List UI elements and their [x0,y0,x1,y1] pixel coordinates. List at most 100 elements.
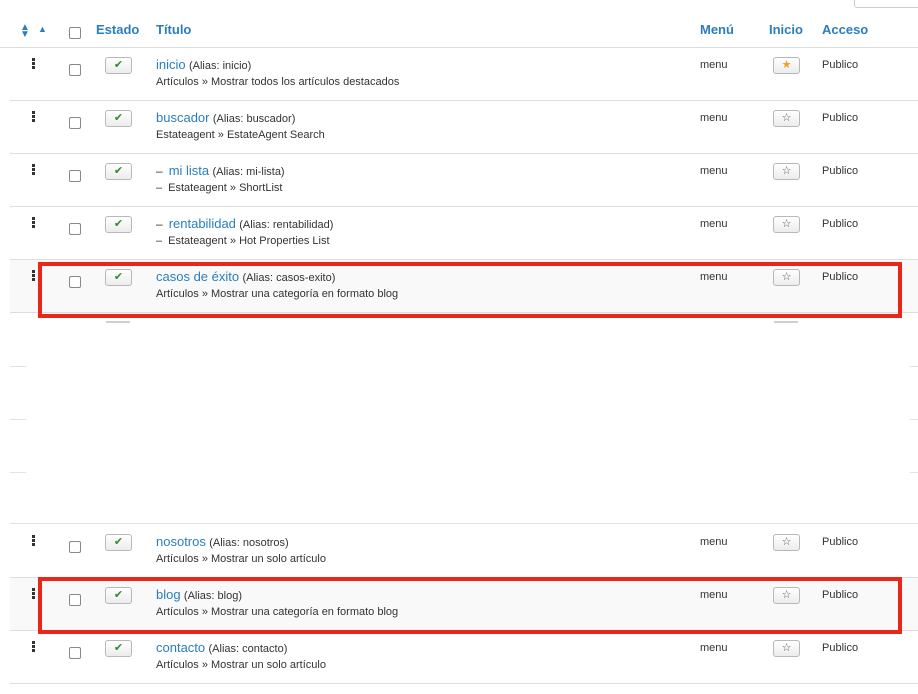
item-alias: (Alias: mi-lista) [212,166,285,178]
column-header-estado[interactable]: Estado [96,22,139,38]
row-title: – rentabilidad (Alias: rentabilidad) [156,216,333,233]
drag-handle-icon[interactable] [32,217,36,229]
child-dash: – [156,217,163,231]
item-title-link[interactable]: casos de éxito [156,269,239,284]
item-type: – Estateagent » Hot Properties List [156,235,330,247]
item-title-link[interactable]: buscador [156,110,209,125]
column-header-inicio[interactable]: Inicio [769,22,803,38]
published-toggle-button[interactable]: ✔ [105,216,132,233]
item-type: – Estateagent » ShortList [156,182,283,194]
drag-handle-icon[interactable] [32,641,36,653]
row-checkbox[interactable] [69,117,81,129]
table-row: ✔ inicio (Alias: inicio) Artículos » Mos… [10,48,918,101]
item-type: Artículos » Mostrar una categoría en for… [156,606,399,618]
table-row: ✔ buscador (Alias: buscador) Estateagent… [10,101,918,154]
item-alias: (Alias: inicio) [188,60,252,72]
row-checkbox[interactable] [69,170,81,182]
row-checkbox[interactable] [69,223,81,235]
drag-handle-icon[interactable] [32,58,36,70]
table-header: ▲ ▼ ▲ Estado Título Menú Inicio Acceso [0,0,918,48]
row-checkbox[interactable] [69,594,81,606]
access-cell: Publico [822,589,859,601]
item-title-link[interactable]: mi lista [169,163,209,178]
published-toggle-button[interactable]: ✔ [105,269,132,286]
published-toggle-button[interactable]: ✔ [105,57,132,74]
row-title: nosotros (Alias: nosotros) [156,534,289,551]
item-alias: (Alias: casos-exito) [242,272,336,284]
row-checkbox[interactable] [69,64,81,76]
drag-handle-icon[interactable] [32,164,36,176]
menu-cell: menu [700,112,728,124]
item-alias: (Alias: rentabilidad) [239,219,334,231]
home-star-button[interactable]: ☆ [773,216,800,233]
published-toggle-button[interactable]: ✔ [105,534,132,551]
column-header-acceso[interactable]: Acceso [822,22,868,38]
access-cell: Publico [822,642,859,654]
check-icon: ✔ [113,112,124,124]
item-title-link[interactable]: rentabilidad [169,216,236,231]
home-star-button[interactable]: ☆ [773,587,800,604]
item-title-link[interactable]: nosotros [156,534,206,549]
home-star-button[interactable]: ☆ [773,110,800,127]
item-title-link[interactable]: blog [156,587,181,602]
access-cell: Publico [822,271,859,283]
column-header-titulo[interactable]: Título [156,22,191,38]
home-star-button[interactable]: ☆ [773,534,800,551]
table-row: ✔ – rentabilidad (Alias: rentabilidad) – E… [10,207,918,260]
star-outline-icon: ☆ [781,589,792,601]
row-edge-fragment [106,321,130,323]
row-title: buscador (Alias: buscador) [156,110,295,127]
check-icon: ✔ [113,165,124,177]
home-star-button[interactable]: ☆ [773,269,800,286]
access-cell: Publico [822,218,859,230]
check-icon: ✔ [113,271,124,283]
row-title: blog (Alias: blog) [156,587,242,604]
published-toggle-button[interactable]: ✔ [105,110,132,127]
item-alias: (Alias: blog) [183,590,242,602]
star-outline-icon: ☆ [781,165,792,177]
child-dash: – [156,182,163,194]
menu-cell: menu [700,59,728,71]
table-row: ✔ blog (Alias: blog) Artículos » Mostrar… [10,578,918,631]
home-star-button[interactable]: ★ [773,57,800,74]
row-checkbox[interactable] [69,647,81,659]
star-outline-icon: ☆ [781,536,792,548]
check-icon: ✔ [113,589,124,601]
check-icon: ✔ [113,59,124,71]
drag-handle-icon[interactable] [32,535,36,547]
access-cell: Publico [822,112,859,124]
item-title-link[interactable]: inicio [156,57,186,72]
sort-both-icon[interactable]: ▲ ▼ [20,23,30,40]
row-title: casos de éxito (Alias: casos-exito) [156,269,335,286]
check-icon: ✔ [113,218,124,230]
table-row: ✔ contacto (Alias: contacto) Artículos »… [10,631,918,684]
select-all-checkbox[interactable] [69,27,81,39]
item-alias: (Alias: buscador) [212,113,296,125]
row-checkbox[interactable] [69,541,81,553]
item-title-link[interactable]: contacto [156,640,205,655]
item-alias: (Alias: contacto) [208,643,288,655]
published-toggle-button[interactable]: ✔ [105,640,132,657]
item-type: Artículos » Mostrar un solo artículo [156,659,326,671]
drag-handle-icon[interactable] [32,111,36,123]
home-star-button[interactable]: ☆ [773,163,800,180]
item-type: Estateagent » EstateAgent Search [156,129,325,141]
row-checkbox[interactable] [69,276,81,288]
check-icon: ✔ [113,536,124,548]
access-cell: Publico [822,536,859,548]
check-icon: ✔ [113,642,124,654]
item-type: Artículos » Mostrar un solo artículo [156,553,326,565]
access-cell: Publico [822,165,859,177]
menu-cell: menu [700,218,728,230]
table-row: ✔ casos de éxito (Alias: casos-exito) Ar… [10,260,918,313]
item-alias: (Alias: nosotros) [209,537,289,549]
column-header-menu[interactable]: Menú [700,22,734,38]
published-toggle-button[interactable]: ✔ [105,163,132,180]
drag-handle-icon[interactable] [32,270,36,282]
home-star-button[interactable]: ☆ [773,640,800,657]
drag-handle-icon[interactable] [32,588,36,600]
sort-ascending-icon[interactable]: ▲ [38,24,47,34]
menu-cell: menu [700,589,728,601]
child-dash: – [156,164,163,178]
published-toggle-button[interactable]: ✔ [105,587,132,604]
